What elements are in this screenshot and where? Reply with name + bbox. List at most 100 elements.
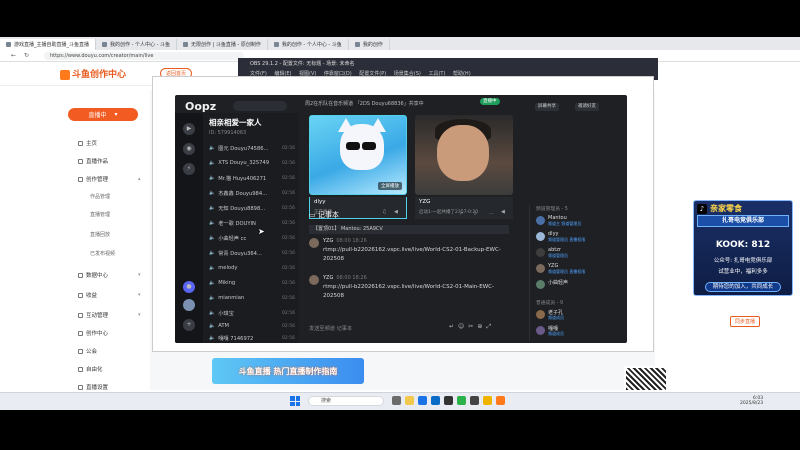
file-explorer-icon[interactable] xyxy=(405,396,414,405)
kook-line-1: 公众号: 扎哥电竞俱乐部 xyxy=(713,258,773,264)
voice-channel-item[interactable]: 🔈 小曲轻声 cc 02:56 xyxy=(209,233,295,243)
voice-channel-item[interactable]: 🔈 XTS Douyu_325749 02:56 xyxy=(209,158,295,168)
lightning-icon[interactable]: ⚡ xyxy=(183,163,195,175)
voice-channel-item[interactable]: 🔈 Miking 02:56 xyxy=(209,278,295,288)
speaker-icon: 🔈 xyxy=(209,335,216,341)
member-item[interactable]: YZG 频道管理员 直播权限 xyxy=(536,263,620,275)
system-clock[interactable]: 6:03 2025/8/23 xyxy=(740,396,763,406)
enter-icon[interactable]: ↵ xyxy=(449,323,458,330)
avatar[interactable] xyxy=(309,238,319,248)
taskbar-search[interactable]: 搜索 xyxy=(308,396,384,406)
creator-logo[interactable]: 斗鱼创作中心 xyxy=(60,67,126,80)
member-item[interactable]: 嘎嘎 频道成员 xyxy=(536,325,620,337)
chevron-up-icon[interactable]: ▴ xyxy=(138,176,141,182)
voice-channel-item[interactable]: 🔈 无知 Douyu8898... 02:56 xyxy=(209,203,295,213)
browser-tab[interactable]: 我的创作 - 个人中心 - 斗鱼 xyxy=(96,39,177,50)
sidebar-subitem[interactable]: 作品管理 xyxy=(90,193,110,203)
sidebar-subitem[interactable]: 直播回放 xyxy=(90,231,110,241)
sidebar-item-live-works[interactable]: 直播作品 xyxy=(78,156,108,166)
back-arrow-icon[interactable]: ← xyxy=(10,52,17,59)
member-item[interactable]: Mantou 频道主 频道管理员 xyxy=(536,215,620,227)
member-item[interactable]: abtzr 频道管理员 xyxy=(536,247,620,259)
sidebar-item-income[interactable]: 收益 xyxy=(78,290,97,300)
live-guide-banner[interactable]: 斗鱼直播 热门直播制作指南 xyxy=(212,358,364,384)
wechat-icon[interactable] xyxy=(457,396,466,405)
add-server-icon[interactable]: + xyxy=(183,319,195,331)
avatar xyxy=(536,280,545,289)
chevron-down-icon[interactable]: ▾ xyxy=(138,272,141,278)
search-icon[interactable]: ⌕ xyxy=(474,211,477,217)
task-view-icon[interactable] xyxy=(392,396,401,405)
member-item[interactable]: 老子孔 频道成员 xyxy=(536,309,620,321)
oopz-icon[interactable] xyxy=(470,396,479,405)
add-icon[interactable]: ⊕ xyxy=(477,323,486,330)
server-avatar[interactable] xyxy=(183,299,195,311)
sidebar-item-creation-manage[interactable]: 创作管理 xyxy=(78,174,108,184)
sidebar-item-free[interactable]: 自由化 xyxy=(78,364,103,374)
obs-icon[interactable] xyxy=(444,396,453,405)
scissors-icon[interactable]: ✂ xyxy=(468,323,477,330)
invite-friends-button[interactable]: 邀请好友 xyxy=(575,103,599,111)
expand-icon[interactable]: ⤢ xyxy=(486,323,495,330)
voice-channel-item[interactable]: 🔈 常青 Douyu364... 02:56 xyxy=(209,248,295,258)
headphones-icon[interactable]: ♫ xyxy=(382,209,386,215)
video-tile-yzg[interactable] xyxy=(415,115,513,195)
play-icon[interactable]: ▶ xyxy=(183,123,195,135)
sync-live-button[interactable]: 同步直播 xyxy=(730,316,761,327)
chrome-icon[interactable] xyxy=(483,396,492,405)
windows-start-icon[interactable] xyxy=(290,396,300,406)
edge-browser-icon[interactable] xyxy=(418,396,427,405)
browser-tab[interactable]: 我的创作 xyxy=(349,39,390,50)
fullscreen-button[interactable]: 全屏播放 xyxy=(378,182,402,190)
voice-channel-item[interactable]: 🔈 嘎嘎 7146972 02:56 xyxy=(209,333,295,343)
volume-icon[interactable]: ◀ xyxy=(501,209,505,215)
voice-channel-item[interactable]: 🔈 小琪宝 02:56 xyxy=(209,308,295,318)
browser-tab[interactable]: 我的创作 - 个人中心 - 斗鱼 xyxy=(268,39,349,50)
voice-channel-item[interactable]: 🔈 Mr.猫 Huyu406271 02:56 xyxy=(209,173,295,183)
more-icon[interactable]: ⋯ xyxy=(489,211,494,217)
sidebar-subitem[interactable]: 已发布视频 xyxy=(90,250,115,260)
chat-bubble-icon[interactable]: ● xyxy=(183,281,195,293)
server-name[interactable]: 相亲相爱一家人 xyxy=(209,117,262,128)
sidebar-item-data-center[interactable]: 数据中心 xyxy=(78,270,108,280)
pinned-message[interactable]: 【置顶01】 Mantou: 25A9CV xyxy=(309,225,509,234)
share-icon[interactable]: ↗ xyxy=(459,211,463,217)
composer-tools: ↵☺✂⊕⤢ xyxy=(449,323,495,331)
voice-channel-item[interactable]: 🔈 melody 02:56 xyxy=(209,263,295,273)
sidebar-subitem[interactable]: 直播管理 xyxy=(90,211,110,221)
member-item[interactable]: dlyy 频道管理员 直播权限 xyxy=(536,231,620,243)
speaker-icon: 🔈 xyxy=(209,295,216,301)
voice-status-pill[interactable] xyxy=(233,101,287,111)
video-tile-dlyy[interactable]: 全屏播放 xyxy=(309,115,407,195)
message-text: rtmp://pull-b22026162.vspc.live/live/Wor… xyxy=(323,247,501,262)
url-field[interactable]: https://www.douyu.com/creator/main/live xyxy=(44,51,244,60)
avatar xyxy=(536,326,545,335)
voice-channel-item[interactable]: 🔈 老一歌 DOUYIN 02:56 xyxy=(209,218,295,228)
avatar[interactable] xyxy=(309,275,319,285)
store-icon[interactable] xyxy=(431,396,440,405)
browser-tab[interactable]: 游戏直播_主播自助直播_斗鱼直播 xyxy=(0,39,97,50)
member-item[interactable]: 小曲轻声 xyxy=(536,279,620,291)
sidebar-item-creator-center[interactable]: 创作中心 xyxy=(78,328,108,338)
douyu-icon[interactable] xyxy=(496,396,505,405)
speaker-icon: 🔈 xyxy=(209,310,216,316)
chevron-down-icon[interactable]: ▾ xyxy=(138,312,141,318)
sidebar-item-live-settings[interactable]: 直播设置 xyxy=(78,382,108,392)
browser-tab[interactable]: 无限创作 | 斗鱼直播 - 原创制作 xyxy=(177,39,268,50)
chat-icon xyxy=(78,312,83,318)
sidebar-item-interaction[interactable]: 互动管理 xyxy=(78,310,108,320)
sidebar-item-home[interactable]: 主页 xyxy=(78,138,97,148)
sidebar-item-guild[interactable]: 公会 xyxy=(78,346,97,356)
refresh-icon[interactable]: ↻ xyxy=(23,52,30,59)
wallet-icon xyxy=(78,292,83,298)
voice-channel-item[interactable]: 🔈 mianmian 02:56 xyxy=(209,293,295,303)
voice-channel-item[interactable]: 🔈 ATM 02:56 xyxy=(209,321,295,331)
voice-channel-item[interactable]: 🔈 图元 Douyu74586... 02:56 xyxy=(209,143,295,153)
volume-icon[interactable]: ◀ xyxy=(394,209,398,215)
live-status-button[interactable]: 直播中 ▾ xyxy=(68,108,138,121)
voice-channel-item[interactable]: 🔈 杰鑫鑫 Douyu984... 02:56 xyxy=(209,188,295,198)
globe-icon[interactable]: ◉ xyxy=(183,143,195,155)
screen-share-button[interactable]: 屏幕共享 xyxy=(535,103,559,111)
emoji-icon[interactable]: ☺ xyxy=(458,323,468,330)
chevron-down-icon[interactable]: ▾ xyxy=(138,292,141,298)
